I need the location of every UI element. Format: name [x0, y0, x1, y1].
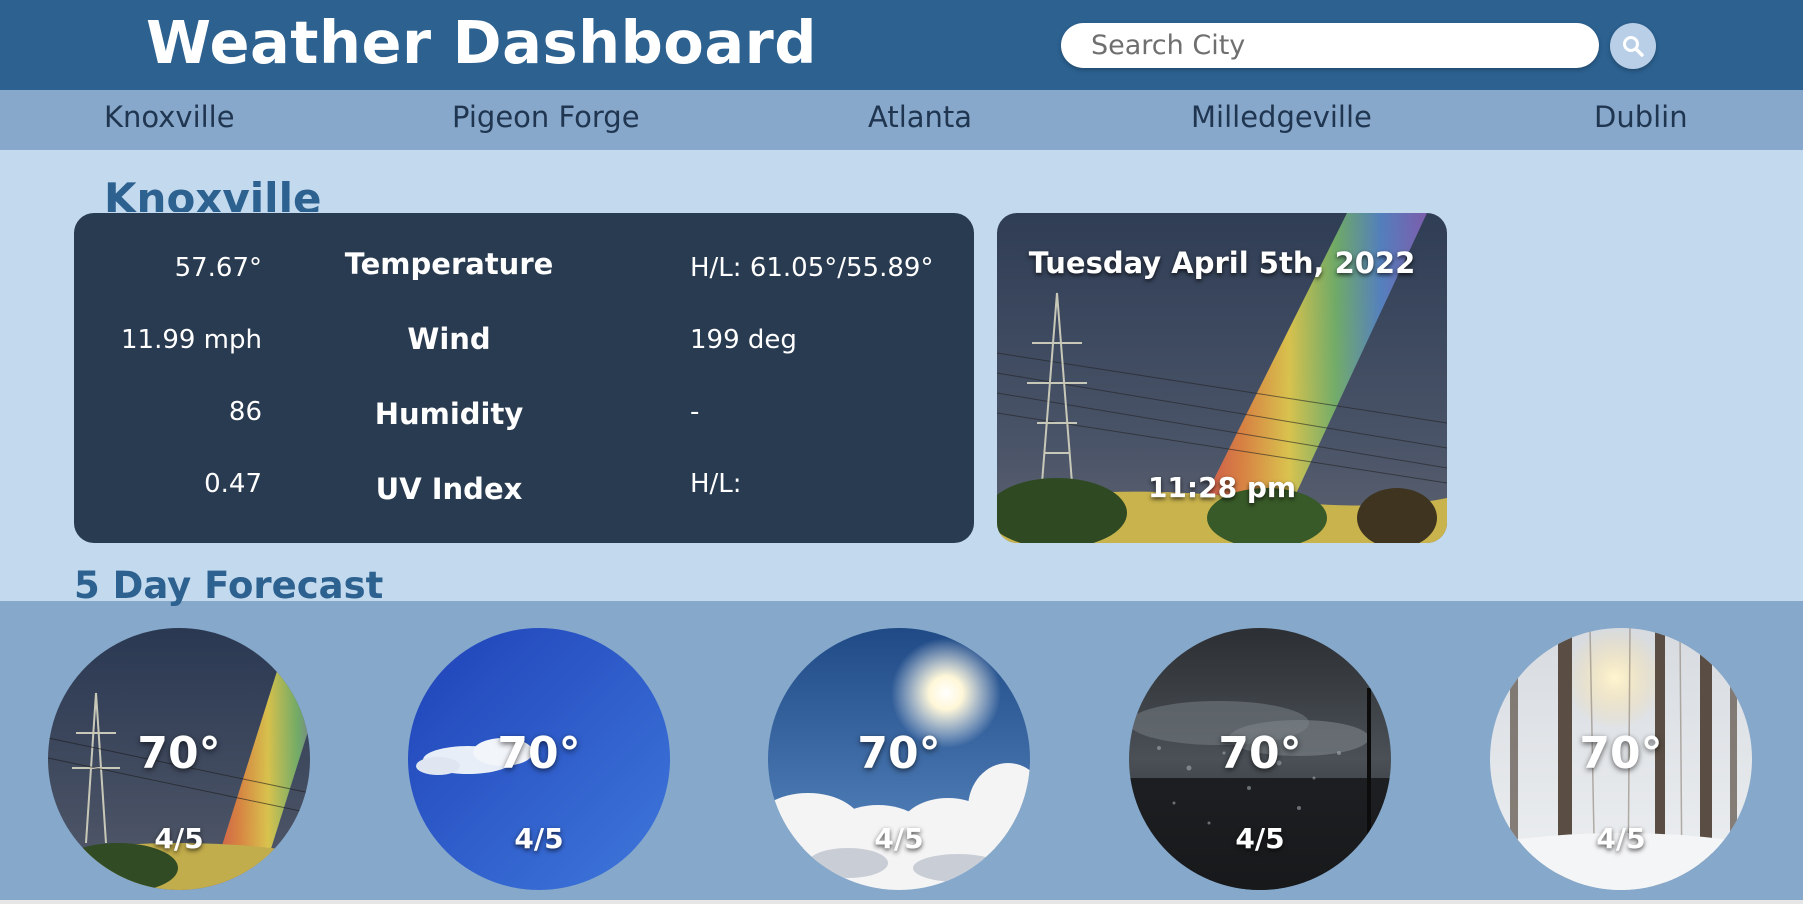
temperature-high-low: H/L: 61.05°/55.89° — [690, 253, 934, 283]
forecast-day-2-date: 4/5 — [514, 822, 564, 855]
current-city-title: Knoxville — [104, 174, 322, 212]
forecast-day-2-temp: 70° — [497, 728, 581, 779]
search-input[interactable] — [1061, 23, 1599, 68]
header-bar: Weather Dashboard — [0, 0, 1803, 90]
saved-cities-nav: Knoxville Pigeon Forge Atlanta Milledgev… — [0, 90, 1803, 150]
forecast-day-1-temp: 70° — [137, 728, 221, 779]
nav-city-milledgeville[interactable]: Milledgeville — [1191, 100, 1372, 134]
current-time: 11:28 pm — [1147, 471, 1297, 504]
uv-index-high-low: H/L: — [690, 469, 742, 499]
forecast-day-1[interactable]: 70° 4/5 — [48, 628, 310, 890]
date-time-card: Tuesday April 5th, 2022 11:28 pm — [997, 213, 1447, 543]
temperature-value: 57.67° — [174, 253, 262, 283]
temperature-label: Temperature — [344, 247, 554, 281]
search-icon — [1623, 36, 1644, 57]
forecast-day-4-temp: 70° — [1218, 728, 1302, 779]
forecast-day-3-date: 4/5 — [874, 822, 924, 855]
nav-city-pigeon-forge[interactable]: Pigeon Forge — [452, 100, 640, 134]
forecast-day-2[interactable]: 70° 4/5 — [408, 628, 670, 890]
wind-value: 11.99 mph — [120, 325, 262, 355]
forecast-day-4[interactable]: 70° 4/5 — [1129, 628, 1391, 890]
forecast-title: 5 Day Forecast — [74, 564, 384, 607]
nav-city-dublin[interactable]: Dublin — [1594, 100, 1688, 134]
nav-city-knoxville[interactable]: Knoxville — [104, 100, 235, 134]
forecast-day-3[interactable]: 70° 4/5 — [768, 628, 1030, 890]
search-button[interactable] — [1610, 23, 1656, 69]
forecast-day-1-date: 4/5 — [154, 822, 204, 855]
forecast-day-4-date: 4/5 — [1235, 822, 1285, 855]
app-title: Weather Dashboard — [146, 8, 817, 77]
forecast-day-5-date: 4/5 — [1596, 822, 1646, 855]
humidity-label: Humidity — [374, 397, 524, 431]
uv-index-label: UV Index — [375, 472, 523, 506]
forecast-day-5-temp: 70° — [1579, 728, 1663, 779]
nav-city-atlanta[interactable]: Atlanta — [868, 100, 972, 134]
humidity-extra: - — [690, 397, 700, 427]
uv-index-value: 0.47 — [204, 469, 262, 499]
forecast-day-5[interactable]: 70° 4/5 — [1490, 628, 1752, 890]
forecast-day-3-temp: 70° — [857, 728, 941, 779]
current-date: Tuesday April 5th, 2022 — [1028, 246, 1416, 280]
wind-label: Wind — [407, 322, 491, 356]
bottom-divider — [0, 900, 1803, 904]
humidity-value: 86 — [228, 397, 262, 427]
wind-direction: 199 deg — [690, 325, 797, 355]
current-stats-card: 57.67° Temperature H/L: 61.05°/55.89° 11… — [74, 213, 974, 543]
